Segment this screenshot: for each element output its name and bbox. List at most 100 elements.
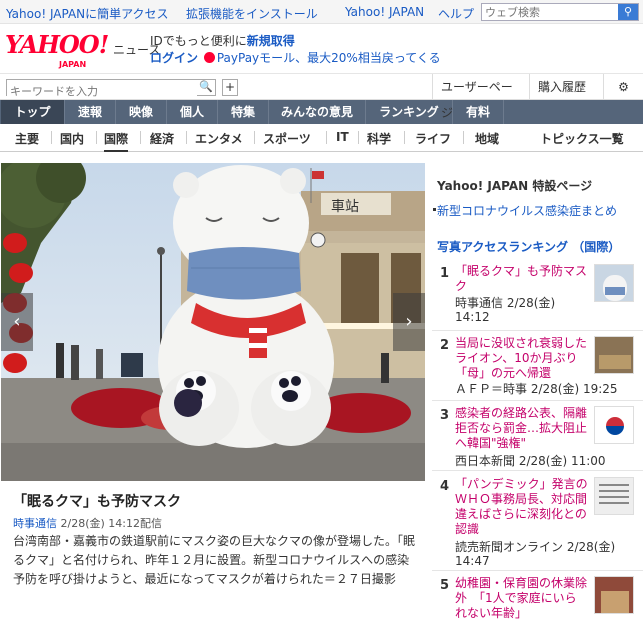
divider xyxy=(432,400,643,401)
article-body: 台湾南部・嘉義市の鉄道駅前にマスク姿の巨大なクマの像が登場した。「眠るクマ」と名… xyxy=(13,534,416,586)
article-meta: 時事通信 2/28(金) 14:12配信 xyxy=(13,515,162,531)
category-nav: 主要 国内 国際 経済 エンタメ スポーツ IT 科学 ライフ 地域 トピックス… xyxy=(0,124,643,152)
rank-thumbnail xyxy=(594,477,634,515)
id-promo-text: IDでもっと便利に xyxy=(150,34,247,48)
rank-title[interactable]: 「パンデミック」発言のＷＨＯ事務局長、対応間違えばさらに深刻化との認識 xyxy=(455,477,588,537)
divider xyxy=(326,131,327,144)
add-button[interactable]: + xyxy=(222,79,238,96)
nav-filler xyxy=(504,100,643,124)
logo-sub: JAPAN xyxy=(59,60,87,69)
divider xyxy=(186,131,187,144)
gear-icon[interactable]: ⚙ xyxy=(603,74,643,100)
ranking-item[interactable]: 4 「パンデミック」発言のＷＨＯ事務局長、対応間違えばさらに深刻化との認識 読売… xyxy=(437,477,637,568)
nav-paid[interactable]: 有料 xyxy=(453,100,504,124)
category-sports[interactable]: スポーツ xyxy=(263,130,311,147)
divider xyxy=(51,131,52,144)
bear-statue-image: 車站 xyxy=(1,163,425,481)
paypay-promo-link[interactable]: PayPayモール、最大20%相当戻ってくる xyxy=(217,51,441,65)
divider xyxy=(463,131,464,144)
nav-individual[interactable]: 個人 xyxy=(167,100,218,124)
category-international[interactable]: 国際 xyxy=(104,130,129,152)
easy-access-link[interactable]: Yahoo! JAPANに簡単アクセス xyxy=(6,5,169,22)
divider xyxy=(140,131,141,144)
ranking-item[interactable]: 5 幼稚園・保育園の休業除外 「1人で家庭にいられない年齢」 xyxy=(437,576,637,620)
divider xyxy=(432,570,643,571)
divider xyxy=(254,131,255,144)
divider xyxy=(404,131,405,144)
rank-thumbnail xyxy=(594,576,634,614)
rank-number: 4 xyxy=(440,479,450,494)
category-main[interactable]: 主要 xyxy=(15,130,39,147)
rank-title[interactable]: 「眠るクマ」も予防マスク xyxy=(455,264,588,294)
login-link[interactable]: ログイン xyxy=(150,51,198,65)
keyword-search-box: 🔍 xyxy=(6,79,216,99)
logo-text: YAHOO! xyxy=(5,30,109,59)
category-local[interactable]: 地域 xyxy=(475,130,499,147)
category-life[interactable]: ライフ xyxy=(415,130,451,147)
ranking-item[interactable]: 1 「眠るクマ」も予防マスク 時事通信 2/28(金) 14:12 xyxy=(437,264,637,324)
user-page-link[interactable]: ユーザーページ xyxy=(432,74,529,120)
nav-opinion[interactable]: みんなの意見 xyxy=(269,100,366,124)
rank-title[interactable]: 幼稚園・保育園の休業除外 「1人で家庭にいられない年齢」 xyxy=(455,576,588,621)
station-sign: 車站 xyxy=(331,198,359,215)
rank-number: 2 xyxy=(440,338,450,353)
top-bar: Yahoo! JAPANに簡単アクセス 拡張機能をインストール Yahoo! J… xyxy=(0,0,643,24)
web-search-box: ⚲ xyxy=(481,3,639,21)
header: YAHOO! JAPAN ニュース IDでもっと便利に新規取得 ログイン Pay… xyxy=(0,24,643,74)
id-promo: IDでもっと便利に新規取得 xyxy=(150,32,295,49)
rank-thumbnail xyxy=(594,264,634,302)
divider xyxy=(432,470,643,471)
paypay-icon xyxy=(203,52,215,63)
main-nav: トップ 速報 映像 個人 特集 みんなの意見 ランキング 有料 xyxy=(0,100,643,124)
divider xyxy=(358,131,359,144)
nav-breaking[interactable]: 速報 xyxy=(65,100,116,124)
rank-title[interactable]: 当局に没収され衰弱したライオン、10か月ぶり「母」の元へ帰還 xyxy=(455,336,588,381)
toolbar: 🔍 + ユーザーページ 購入履歴 ⚙ xyxy=(0,74,643,120)
category-science[interactable]: 科学 xyxy=(367,130,391,147)
rank-number: 5 xyxy=(440,578,450,593)
category-it[interactable]: IT xyxy=(336,130,349,144)
ranking-item[interactable]: 2 当局に没収され衰弱したライオン、10か月ぶり「母」の元へ帰還 ＡＦＰ＝時事 … xyxy=(437,336,637,396)
article-source[interactable]: 時事通信 xyxy=(13,517,57,530)
covid-special-label: 新型コロナウイルス感染症まとめ xyxy=(437,204,618,218)
install-extension-link[interactable]: 拡張機能をインストール xyxy=(186,5,318,22)
rank-source: 時事通信 2/28(金) xyxy=(455,296,556,310)
register-link[interactable]: 新規取得 xyxy=(247,34,295,48)
bullet-icon xyxy=(433,208,436,211)
topics-list-link[interactable]: トピックス一覧 xyxy=(540,130,624,147)
nav-ranking[interactable]: ランキング xyxy=(366,100,453,124)
chevron-left-icon[interactable]: ‹ xyxy=(1,293,33,351)
rank-time: 14:47 xyxy=(455,554,490,568)
yahoo-japan-link[interactable]: Yahoo! JAPAN xyxy=(345,5,424,19)
search-icon[interactable]: ⚲ xyxy=(618,4,638,20)
purchase-history-link[interactable]: 購入履歴 xyxy=(529,74,603,100)
rank-source: 読売新聞オンライン 2/28(金) xyxy=(455,540,616,554)
rank-source: ＡＦＰ＝時事 2/28(金) 19:25 xyxy=(455,382,618,396)
rank-time: 14:12 xyxy=(455,310,490,324)
keyword-input[interactable] xyxy=(7,84,197,99)
nav-feature[interactable]: 特集 xyxy=(218,100,269,124)
category-economy[interactable]: 経済 xyxy=(150,130,174,147)
category-domestic[interactable]: 国内 xyxy=(60,130,84,147)
rank-source: 西日本新聞 2/28(金) 11:00 xyxy=(455,454,606,468)
rank-thumbnail xyxy=(594,406,634,444)
web-search-input[interactable] xyxy=(482,4,618,20)
special-page-heading: Yahoo! JAPAN 特設ページ xyxy=(437,179,593,193)
search-icon[interactable]: 🔍 xyxy=(199,80,213,93)
nav-top[interactable]: トップ xyxy=(1,100,65,124)
ranking-item[interactable]: 3 感染者の経路公表、隔離拒否なら罰金…拡大阻止へ韓国"強権" 西日本新聞 2/… xyxy=(437,406,637,468)
divider xyxy=(432,330,643,331)
help-link[interactable]: ヘルプ xyxy=(438,5,474,22)
ranking-heading: 写真アクセスランキング （国際） xyxy=(437,240,621,254)
covid-special-link[interactable]: 新型コロナウイルス感染症まとめ xyxy=(433,202,618,219)
article-date: 2/28(金) 14:12配信 xyxy=(60,517,162,530)
article-photo[interactable]: 車站 ‹ › xyxy=(1,163,425,481)
category-entertainment[interactable]: エンタメ xyxy=(195,130,243,147)
rank-thumbnail xyxy=(594,336,634,374)
rank-title[interactable]: 感染者の経路公表、隔離拒否なら罰金…拡大阻止へ韓国"強権" xyxy=(455,406,588,451)
chevron-right-icon[interactable]: › xyxy=(393,293,425,351)
divider xyxy=(96,131,97,144)
nav-video[interactable]: 映像 xyxy=(116,100,167,124)
yahoo-logo[interactable]: YAHOO! JAPAN ニュース xyxy=(5,30,160,69)
rank-number: 3 xyxy=(440,408,450,423)
